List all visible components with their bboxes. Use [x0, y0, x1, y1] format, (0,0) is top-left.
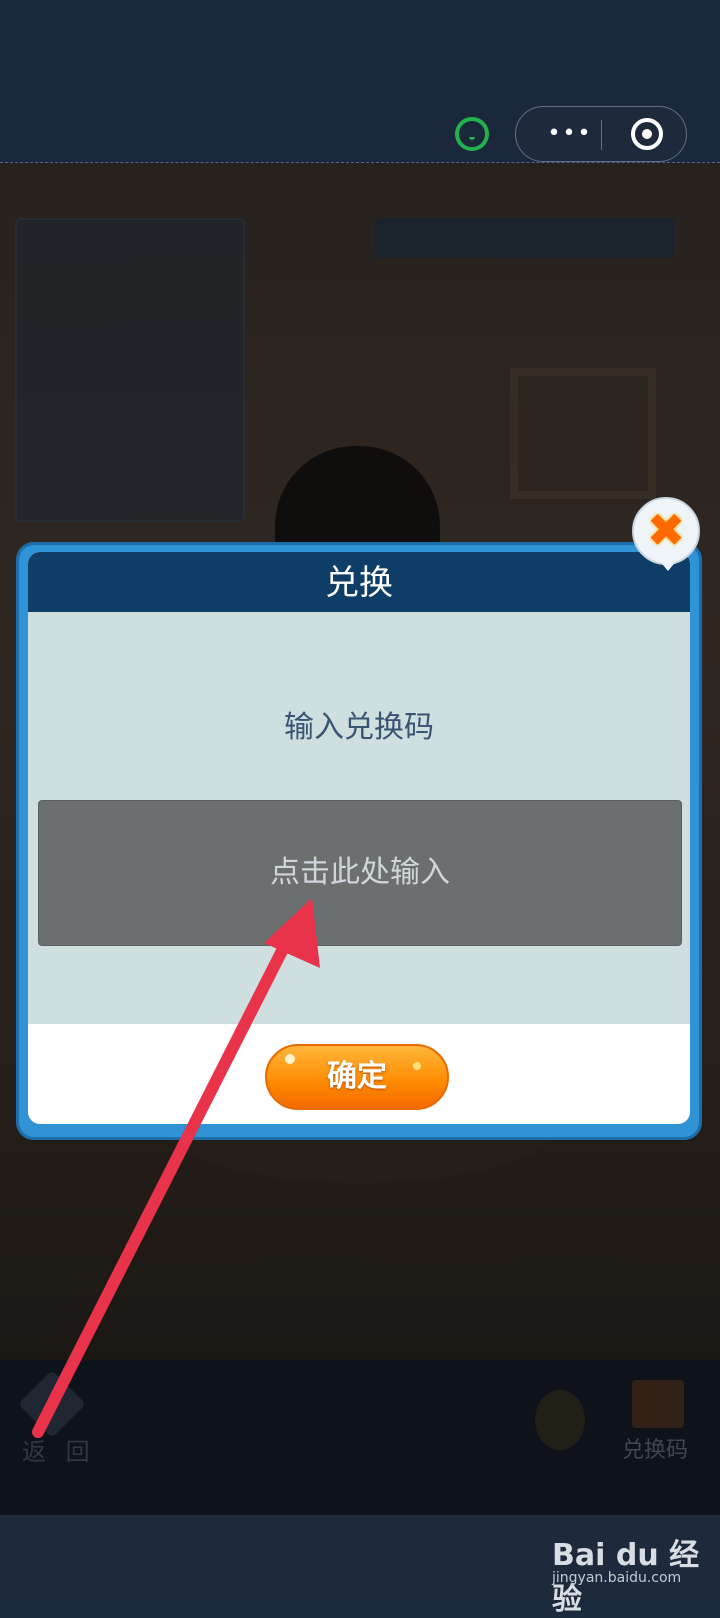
arrow-shaft	[32, 929, 296, 1438]
annotation-arrow	[32, 898, 320, 1438]
